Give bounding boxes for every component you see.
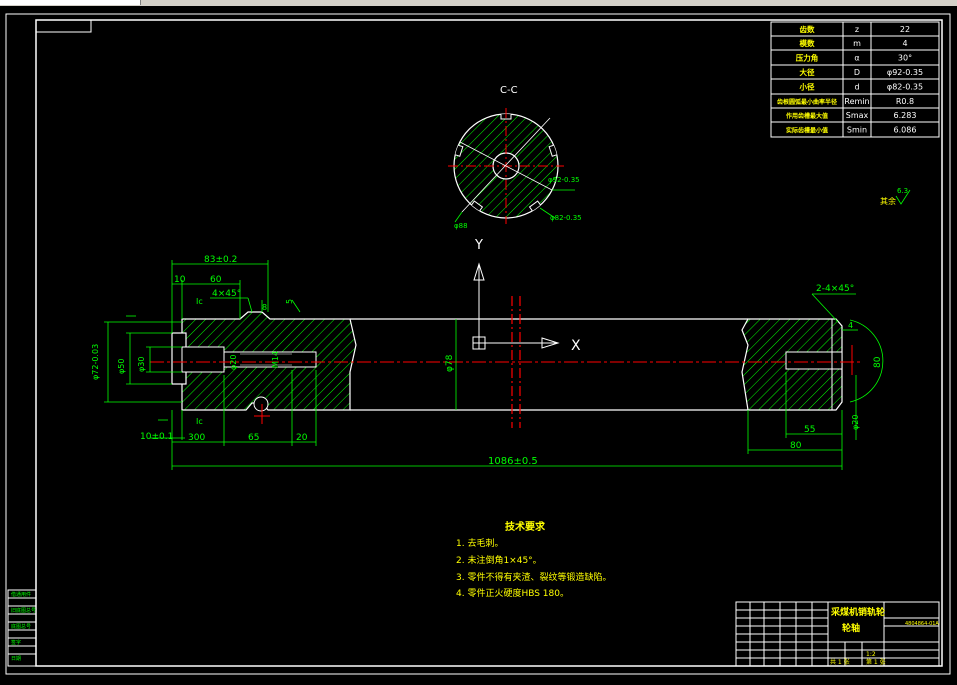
svg-text:4. 零件正火硬度HBS 180。: 4. 零件正火硬度HBS 180。 bbox=[456, 587, 569, 599]
corner-code-box bbox=[35, 19, 92, 33]
dim-83: 83±0.2 bbox=[204, 255, 237, 265]
titleblock-code: 4804864-01A bbox=[905, 621, 939, 627]
param-cell-1-1: m bbox=[853, 39, 861, 48]
surface-finish-mark: 其余 6.3 bbox=[880, 187, 911, 206]
param-cell-1-2: 4 bbox=[902, 39, 907, 48]
param-cell-6-0: 作用齿槽最大值 bbox=[786, 112, 828, 120]
param-cell-2-1: α bbox=[854, 54, 859, 63]
dim-m14: M14 bbox=[271, 351, 280, 368]
dim-phi82: φ82-0.35 bbox=[550, 214, 582, 222]
label-ic-bottom: Ic bbox=[196, 417, 203, 426]
dim-10b: 10±0.1 bbox=[140, 432, 173, 442]
ucs-axis-icon bbox=[472, 262, 560, 350]
svg-text:1. 去毛刺。: 1. 去毛刺。 bbox=[456, 537, 503, 549]
dim-phi30: φ30 bbox=[137, 357, 146, 372]
label-ic-top: Ic bbox=[196, 297, 203, 306]
svg-text:日期: 日期 bbox=[11, 656, 21, 662]
param-cell-6-1: Smax bbox=[846, 111, 869, 120]
parameter-table: 齿数 z 22 模数 m 4 压力角 α 30° 大径 Dφ92-0.35 小径 d φ82-0.35 齿根… bbox=[770, 21, 940, 138]
dim-1086: 1086±0.5 bbox=[488, 456, 538, 467]
dim-phi50: φ50 bbox=[117, 359, 126, 374]
section-title: C-C bbox=[500, 85, 518, 96]
dim-20: 20 bbox=[296, 433, 308, 443]
param-cell-3-0: 大径 bbox=[800, 67, 815, 77]
svg-text:签字: 签字 bbox=[11, 639, 21, 646]
dim-phi78: φ78 bbox=[445, 354, 455, 372]
dim-phi20-right: φ20 bbox=[851, 415, 860, 430]
param-cell-5-2: R0.8 bbox=[896, 97, 914, 106]
dim-10: 10 bbox=[174, 275, 186, 285]
param-cell-4-2: φ82-0.35 bbox=[887, 83, 923, 92]
svg-text:技术要求: 技术要求 bbox=[505, 520, 546, 533]
titleblock-scale: 1:2 bbox=[866, 651, 876, 658]
axis-x-label: X bbox=[571, 338, 581, 354]
axis-y-label: Y bbox=[474, 238, 483, 253]
param-cell-1-0: 模数 bbox=[800, 38, 815, 48]
svg-text:底图总号: 底图总号 bbox=[11, 623, 31, 630]
param-cell-0-2: 22 bbox=[900, 25, 910, 34]
dim-phi92: φ92-0.35 bbox=[548, 176, 580, 184]
dim-300: 300 bbox=[188, 433, 205, 443]
titleblock-sheets: 共 1 张 bbox=[830, 658, 850, 666]
param-cell-5-0: 齿根圆弧最小曲率半径 bbox=[777, 98, 837, 106]
param-cell-3-2: φ92-0.35 bbox=[887, 68, 923, 77]
param-cell-3-1: D bbox=[854, 68, 860, 77]
svg-text:借通用件: 借通用件 bbox=[11, 591, 31, 598]
dim-phi88: φ88 bbox=[454, 222, 468, 230]
dim-8: 8 bbox=[262, 303, 267, 312]
param-cell-4-0: 小径 bbox=[800, 82, 815, 92]
param-cell-0-1: z bbox=[855, 25, 859, 34]
param-cell-4-1: d bbox=[854, 83, 859, 92]
dim-80-arc: 80 bbox=[873, 356, 883, 368]
svg-text:旧底图总号: 旧底图总号 bbox=[11, 607, 36, 614]
param-cell-6-2: 6.283 bbox=[894, 111, 917, 120]
svg-text:2. 未注倒角1×45°。: 2. 未注倒角1×45°。 bbox=[456, 554, 542, 566]
dim-phi20: φ20 bbox=[229, 355, 238, 370]
param-cell-2-0: 压力角 bbox=[796, 53, 819, 63]
dim-5: 5 bbox=[285, 299, 294, 304]
param-cell-2-2: 30° bbox=[898, 54, 912, 63]
titleblock-name2: 轮轴 bbox=[842, 622, 860, 634]
dim-65: 65 bbox=[248, 433, 259, 443]
svg-text:6.3: 6.3 bbox=[897, 187, 908, 195]
section-cc-view bbox=[448, 108, 575, 224]
param-cell-7-0: 实际齿槽最小值 bbox=[786, 127, 828, 135]
drawing-sheet[interactable]: 借通用件旧底图总号 底图总号签字日期 齿数 z 22 模数 m 4 压力角 α 30° 大径 Dφ9… bbox=[0, 6, 957, 685]
dim-55: 55 bbox=[804, 425, 815, 435]
dim-60: 60 bbox=[210, 275, 222, 285]
technical-requirements: 技术要求 1. 去毛刺。 2. 未注倒角1×45°。 3. 零件不得有夹渣、裂纹… bbox=[456, 520, 611, 599]
dim-phi72: φ72-0.03 bbox=[91, 344, 100, 380]
param-cell-7-2: 6.086 bbox=[894, 126, 917, 135]
titleblock-name1: 采煤机销轨轮 bbox=[830, 606, 885, 618]
document-tab[interactable] bbox=[0, 0, 141, 5]
dim-80: 80 bbox=[790, 441, 802, 451]
svg-text:3. 零件不得有夹渣、裂纹等锻造缺陷。: 3. 零件不得有夹渣、裂纹等锻造缺陷。 bbox=[456, 571, 611, 583]
dim-4: 4 bbox=[848, 321, 853, 330]
svg-text:其余: 其余 bbox=[880, 196, 896, 206]
param-cell-5-1: Remin bbox=[844, 97, 869, 106]
dim-2x45: 2-4×45° bbox=[816, 284, 854, 294]
dim-4x45: 4×45° bbox=[212, 289, 241, 299]
param-cell-0-0: 齿数 bbox=[800, 24, 815, 34]
param-cell-7-1: Smin bbox=[847, 126, 867, 135]
titleblock-sheet-no: 第 1 张 bbox=[866, 658, 886, 666]
